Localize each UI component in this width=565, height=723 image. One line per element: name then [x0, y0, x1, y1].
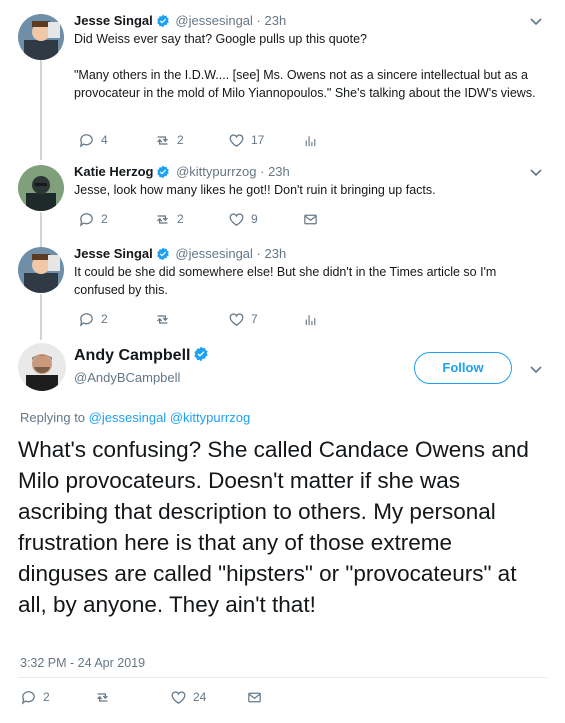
tweet-actions: 2 24 [20, 687, 320, 707]
reply-icon [79, 212, 93, 227]
main-tweet-text: What's confusing? She called Candace Owe… [18, 437, 529, 617]
retweet-button[interactable] [154, 309, 177, 329]
follow-button[interactable]: Follow [414, 352, 512, 384]
author-name[interactable]: Katie Herzog [74, 164, 153, 179]
author-handle[interactable]: @jessesingal [175, 13, 253, 28]
retweet-icon [157, 314, 168, 324]
reply-count: 4 [101, 133, 108, 147]
tweet-text: It could be she did somewhere else! But … [74, 265, 497, 297]
author-handle[interactable]: @AndyBCampbell [74, 370, 180, 385]
analytics-button[interactable] [302, 309, 319, 329]
divider [18, 677, 547, 678]
tweet-actions: 2 7 [74, 309, 374, 329]
retweet-count: 2 [177, 212, 184, 226]
tweet-time[interactable]: 23h [268, 164, 290, 179]
direct-message-button[interactable] [246, 687, 263, 707]
avatar[interactable] [18, 14, 64, 60]
reply-count: 2 [43, 690, 50, 704]
analytics-button[interactable] [302, 130, 319, 150]
separator-dot: · [256, 13, 261, 28]
envelope-icon [304, 214, 317, 224]
tweet-header: Katie Herzog @kittypurrzog · 23h [74, 163, 290, 181]
heart-icon [229, 212, 244, 226]
tweet-actions: 4 2 17 [74, 130, 374, 150]
verified-badge-icon [157, 247, 169, 261]
tweet-actions: 2 2 9 [74, 209, 374, 229]
reply-tweet[interactable]: Katie Herzog @kittypurrzog · 23h Jesse, … [0, 163, 565, 235]
tweet-time[interactable]: 23h [265, 13, 287, 28]
reply-icon [79, 133, 93, 148]
like-button[interactable]: 17 [228, 130, 264, 150]
avatar[interactable] [18, 247, 64, 293]
mention-link[interactable]: @jessesingal [89, 410, 167, 425]
retweet-button[interactable]: 2 [154, 130, 184, 150]
like-button[interactable]: 7 [228, 309, 258, 329]
reply-button[interactable]: 2 [20, 687, 50, 707]
author-name-text: Andy Campbell [74, 347, 191, 364]
author-name[interactable]: Andy Campbell [74, 346, 211, 366]
author-name[interactable]: Jesse Singal [74, 246, 153, 261]
reply-icon [79, 312, 93, 327]
reply-button[interactable]: 4 [78, 130, 108, 150]
retweet-button[interactable] [94, 687, 117, 707]
tweet-header: Jesse Singal @jessesingal · 23h [74, 12, 286, 30]
heart-icon [229, 312, 244, 326]
tweet-time[interactable]: 23h [265, 246, 287, 261]
mention-link[interactable]: @kittypurrzog [170, 410, 250, 425]
retweet-icon [97, 692, 108, 702]
reply-tweet[interactable]: Jesse Singal @jessesingal · 23h Did Weis… [0, 12, 565, 160]
reply-tweet[interactable]: Jesse Singal @jessesingal · 23h It could… [0, 245, 565, 335]
avatar[interactable] [18, 165, 64, 211]
like-button[interactable]: 24 [170, 687, 206, 707]
tweet-text: Jesse, look how many likes he got!! Don'… [74, 183, 436, 197]
verified-badge-icon [194, 346, 209, 362]
avatar[interactable] [18, 343, 66, 391]
chevron-down-icon[interactable] [529, 165, 543, 179]
retweet-button[interactable]: 2 [154, 209, 184, 229]
like-count: 24 [193, 690, 207, 704]
replying-to: Replying to @jessesingal @kittypurrzog [20, 410, 250, 425]
chevron-down-icon[interactable] [529, 362, 543, 376]
heart-icon [171, 690, 186, 704]
like-count: 17 [251, 133, 265, 147]
replying-to-label: Replying to [20, 410, 86, 425]
direct-message-button[interactable] [302, 209, 319, 229]
tweet-text: Did Weiss ever say that? Google pulls up… [74, 32, 536, 100]
reply-button[interactable]: 2 [78, 209, 108, 229]
envelope-icon [248, 692, 261, 702]
reply-count: 2 [101, 312, 108, 326]
verified-badge-icon [157, 165, 170, 179]
retweet-icon [157, 214, 168, 224]
like-count: 7 [251, 312, 258, 326]
verified-badge-icon [157, 14, 169, 28]
heart-icon [229, 133, 244, 147]
reply-count: 2 [101, 212, 108, 226]
retweet-icon [157, 135, 168, 145]
separator-dot: · [260, 164, 265, 179]
separator-dot: · [256, 246, 261, 261]
like-count: 9 [251, 212, 258, 226]
analytics-icon [305, 314, 316, 325]
author-handle[interactable]: @jessesingal [175, 246, 253, 261]
reply-button[interactable]: 2 [78, 309, 108, 329]
like-button[interactable]: 9 [228, 209, 258, 229]
tweet-header: Jesse Singal @jessesingal · 23h [74, 245, 286, 263]
reply-icon [21, 690, 35, 705]
chevron-down-icon[interactable] [529, 14, 543, 28]
analytics-icon [305, 135, 316, 146]
retweet-count: 2 [177, 133, 184, 147]
tweet-timestamp[interactable]: 3:32 PM - 24 Apr 2019 [20, 656, 145, 670]
author-name[interactable]: Jesse Singal [74, 13, 153, 28]
author-handle[interactable]: @kittypurrzog [176, 164, 256, 179]
